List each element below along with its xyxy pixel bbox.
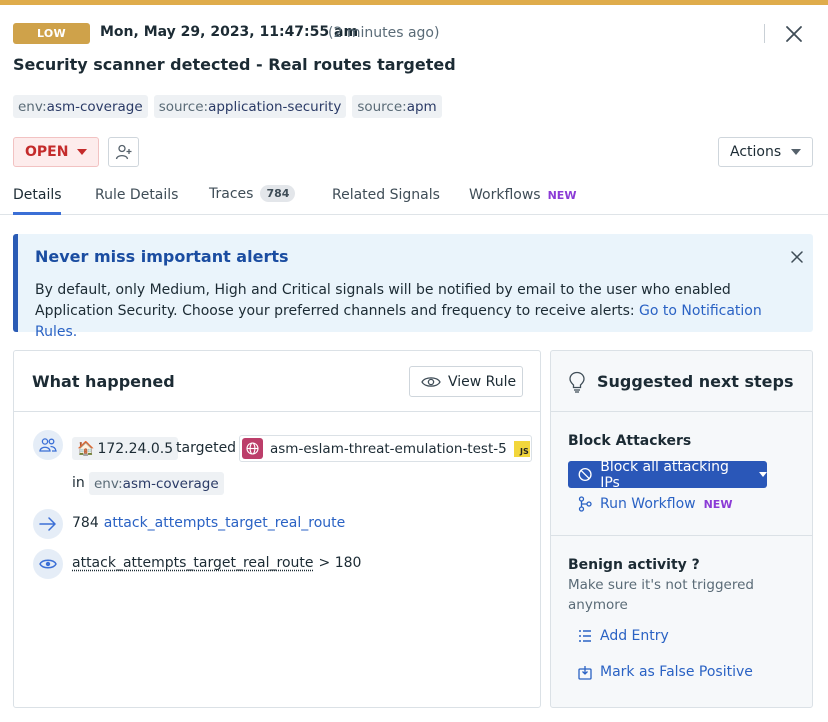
signal-title: Security scanner detected - Real routes …: [13, 55, 456, 74]
users-icon: [33, 430, 63, 460]
close-icon[interactable]: [783, 23, 805, 45]
tag-key: source:: [158, 98, 209, 115]
lightbulb-icon: [568, 371, 586, 397]
tab-rule-details[interactable]: Rule Details: [95, 187, 178, 203]
caret-down-icon: [759, 472, 767, 477]
tag-env[interactable]: env: asm-coverage: [13, 95, 148, 118]
house-icon: 🏠: [77, 440, 95, 457]
actions-dropdown[interactable]: Actions: [718, 137, 813, 167]
tag-value: application-security: [208, 98, 342, 115]
ip-address-chip[interactable]: 🏠 172.24.0.5: [72, 437, 179, 460]
add-user-icon: [115, 144, 131, 160]
caret-down-icon: [791, 149, 802, 155]
javascript-icon: JS: [513, 440, 530, 457]
close-icon[interactable]: [788, 248, 806, 266]
panel-divider: [14, 411, 540, 412]
add-entry-label: Add Entry: [600, 628, 669, 644]
view-rule-label: View Rule: [448, 373, 517, 390]
ip-address: 172.24.0.5: [97, 440, 174, 457]
tab-details[interactable]: Details: [13, 187, 62, 203]
targeted-label: targeted: [176, 440, 237, 456]
tag-source-apm[interactable]: source: apm: [352, 95, 442, 118]
mark-false-positive-label: Mark as False Positive: [600, 664, 753, 680]
globe-icon: [242, 438, 263, 459]
notification-alert-banner: Never miss important alerts By default, …: [13, 234, 813, 340]
list-icon: [579, 630, 591, 642]
active-tab-indicator: [13, 212, 61, 215]
eye-icon: [33, 549, 63, 579]
in-label: in: [72, 475, 85, 491]
tag-key: env:: [94, 475, 123, 492]
benign-activity-description: Make sure it's not triggered anymore: [568, 577, 754, 613]
tag-key: env:: [18, 98, 47, 115]
signal-timestamp: Mon, May 29, 2023, 11:47:55 am: [100, 24, 359, 40]
tag-value: apm: [406, 98, 437, 115]
block-button-label: Block all attacking IPs: [600, 458, 729, 491]
download-box-icon: [578, 665, 592, 680]
block-icon: [578, 467, 592, 482]
block-attacking-ips-button[interactable]: Block all attacking IPs: [568, 458, 767, 491]
relative-time: (2 minutes ago): [328, 25, 440, 41]
status-label: OPEN: [25, 144, 69, 160]
condition-rule[interactable]: attack_attempts_target_real_route: [72, 555, 314, 571]
tab-workflows[interactable]: Workflows NEW: [469, 187, 576, 203]
tab-traces[interactable]: Traces 784: [209, 185, 296, 202]
alert-body: By default, only Medium, High and Critic…: [35, 280, 795, 343]
tab-label: Workflows: [469, 187, 541, 203]
signal-tags: env: asm-coverage source: application-secu…: [13, 95, 442, 118]
alert-title: Never miss important alerts: [35, 247, 289, 266]
caret-down-icon: [77, 149, 88, 155]
benign-activity-title: Benign activity ?: [568, 557, 700, 573]
traces-count-badge: 784: [260, 185, 296, 202]
tabs-divider: [0, 214, 828, 215]
run-workflow-label: Run Workflow: [600, 496, 696, 512]
what-happened-panel: What happened View Rule 🏠 172.24.0.5 targ…: [13, 350, 541, 708]
attempts-count: 784: [72, 515, 99, 531]
service-name: asm-eslam-threat-emulation-test-5: [270, 440, 507, 457]
tab-label: Related Signals: [332, 187, 440, 203]
tag-source-appsec[interactable]: source: application-security: [153, 95, 347, 118]
condition-threshold: > 180: [318, 555, 362, 571]
mark-false-positive-link[interactable]: Mark as False Positive: [578, 664, 753, 680]
new-badge: NEW: [547, 188, 577, 202]
severity-color-bar: [0, 0, 828, 5]
condition-line: attack_attempts_target_real_route > 180: [72, 555, 361, 571]
assign-user-button[interactable]: [108, 137, 139, 167]
actions-label: Actions: [730, 144, 782, 160]
service-chip[interactable]: asm-eslam-threat-emulation-test-5 JS: [239, 435, 532, 462]
workflow-icon: [578, 496, 592, 512]
view-rule-button[interactable]: View Rule: [409, 366, 523, 397]
tag-value: asm-coverage: [46, 98, 143, 115]
new-badge: NEW: [703, 497, 733, 511]
add-entry-link[interactable]: Add Entry: [578, 628, 669, 644]
panel-divider: [551, 535, 812, 536]
tab-label: Traces: [209, 185, 254, 202]
attempts-rule-link[interactable]: attack_attempts_target_real_route: [104, 515, 346, 531]
panel-title: Suggested next steps: [597, 372, 794, 391]
block-attackers-title: Block Attackers: [568, 433, 692, 449]
alert-text: By default, only Medium, High and Critic…: [35, 282, 731, 319]
attempts-line: 784 attack_attempts_target_real_route: [72, 515, 345, 531]
run-workflow-link[interactable]: Run Workflow NEW: [578, 496, 732, 512]
arrow-right-icon: [33, 509, 63, 539]
tab-label: Details: [13, 187, 62, 203]
panel-title: What happened: [32, 372, 175, 391]
tab-label: Rule Details: [95, 187, 179, 203]
panel-divider: [551, 411, 812, 412]
status-dropdown[interactable]: OPEN: [13, 137, 99, 167]
eye-icon: [421, 376, 441, 387]
suggested-steps-panel: Suggested next steps Block Attackers Blo…: [550, 350, 813, 708]
tag-key: source:: [357, 98, 407, 115]
tab-related-signals[interactable]: Related Signals: [332, 187, 440, 203]
env-tag[interactable]: env: asm-coverage: [89, 472, 224, 495]
header-divider: [764, 24, 765, 43]
tag-value: asm-coverage: [122, 475, 219, 492]
severity-badge: LOW: [13, 23, 90, 44]
